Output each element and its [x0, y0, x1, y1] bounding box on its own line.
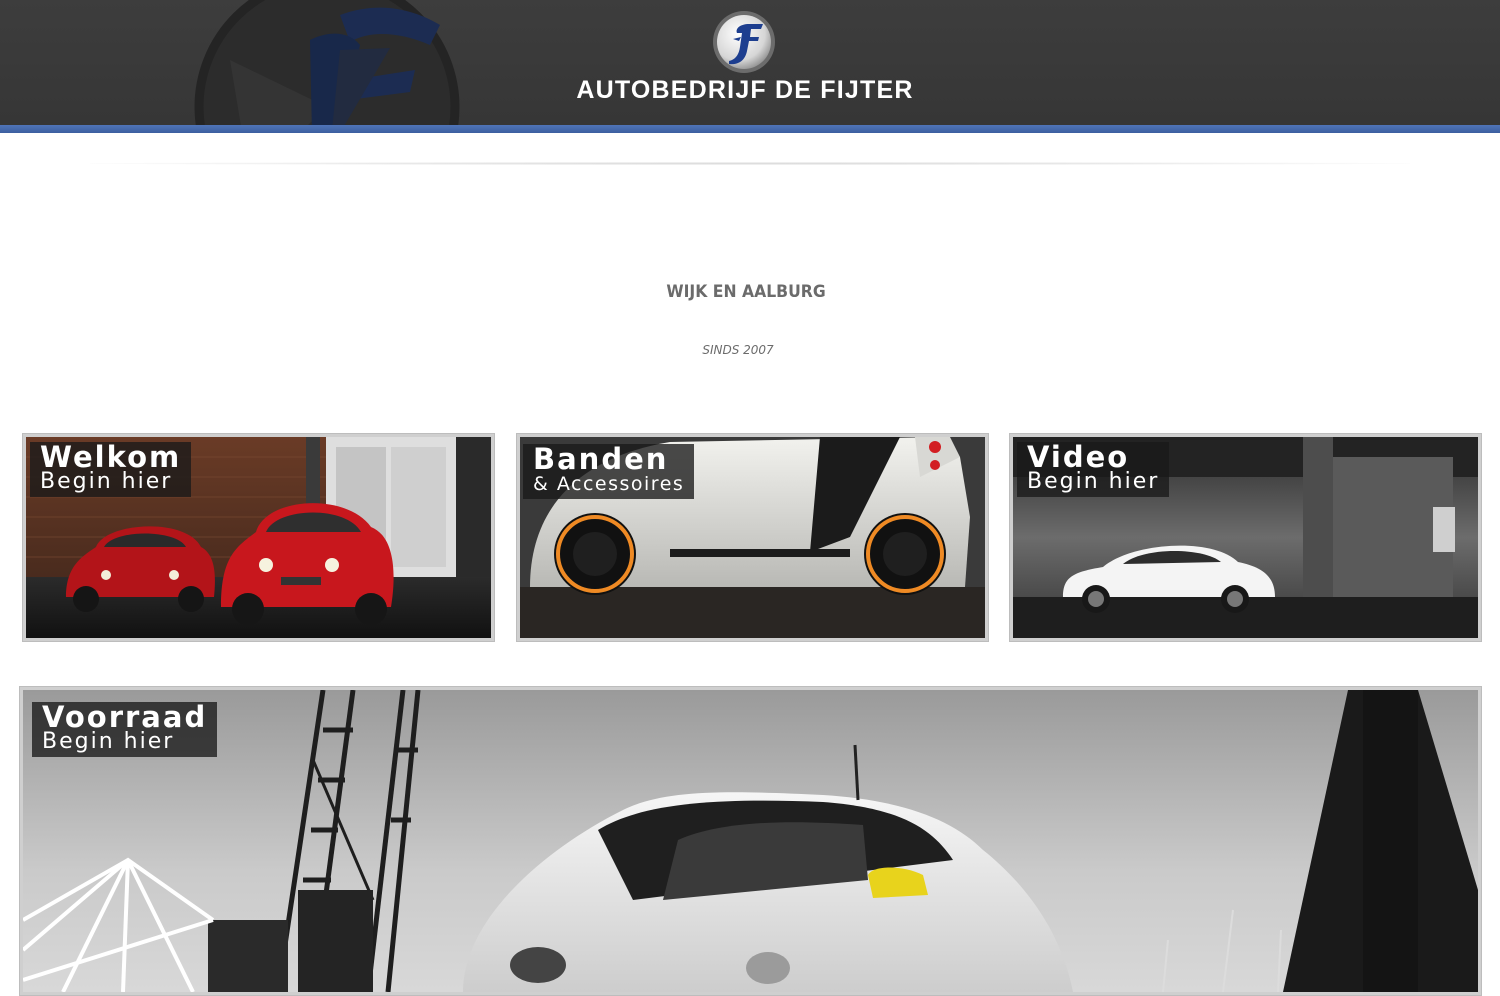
location-text: WIJK EN AALBURG [666, 282, 826, 302]
site-header: AUTOBEDRIJF DE FIJTER [0, 0, 1500, 125]
background-logo-emblem [194, 0, 460, 125]
tile-welkom[interactable]: Welkom Begin hier [22, 433, 495, 642]
site-logo-icon[interactable] [711, 9, 777, 75]
voorraad-photo [23, 690, 1478, 992]
video-subtitle: Begin hier [1027, 469, 1160, 494]
voorraad-title: Voorraad [42, 700, 208, 734]
tile-voorraad[interactable]: Voorraad Begin hier [19, 686, 1482, 996]
welkom-title: Welkom [40, 440, 182, 474]
banden-subtitle: & Accessoires [533, 473, 685, 495]
since-text: SINDS 2007 [702, 343, 774, 357]
welkom-caption: Welkom Begin hier [30, 440, 192, 497]
banden-caption: Banden & Accessoires [523, 442, 695, 499]
voorraad-caption: Voorraad Begin hier [32, 700, 218, 757]
video-title: Video [1027, 440, 1130, 474]
header-accent-stripe [0, 125, 1500, 133]
banden-title: Banden [533, 442, 669, 476]
section-divider [90, 162, 1410, 165]
tile-banden[interactable]: Banden & Accessoires [516, 433, 989, 642]
welkom-subtitle: Begin hier [40, 469, 173, 494]
tile-video[interactable]: Video Begin hier [1009, 433, 1482, 642]
brand-name: AUTOBEDRIJF DE FIJTER [576, 76, 914, 104]
voorraad-subtitle: Begin hier [42, 729, 175, 754]
video-caption: Video Begin hier [1017, 440, 1170, 497]
